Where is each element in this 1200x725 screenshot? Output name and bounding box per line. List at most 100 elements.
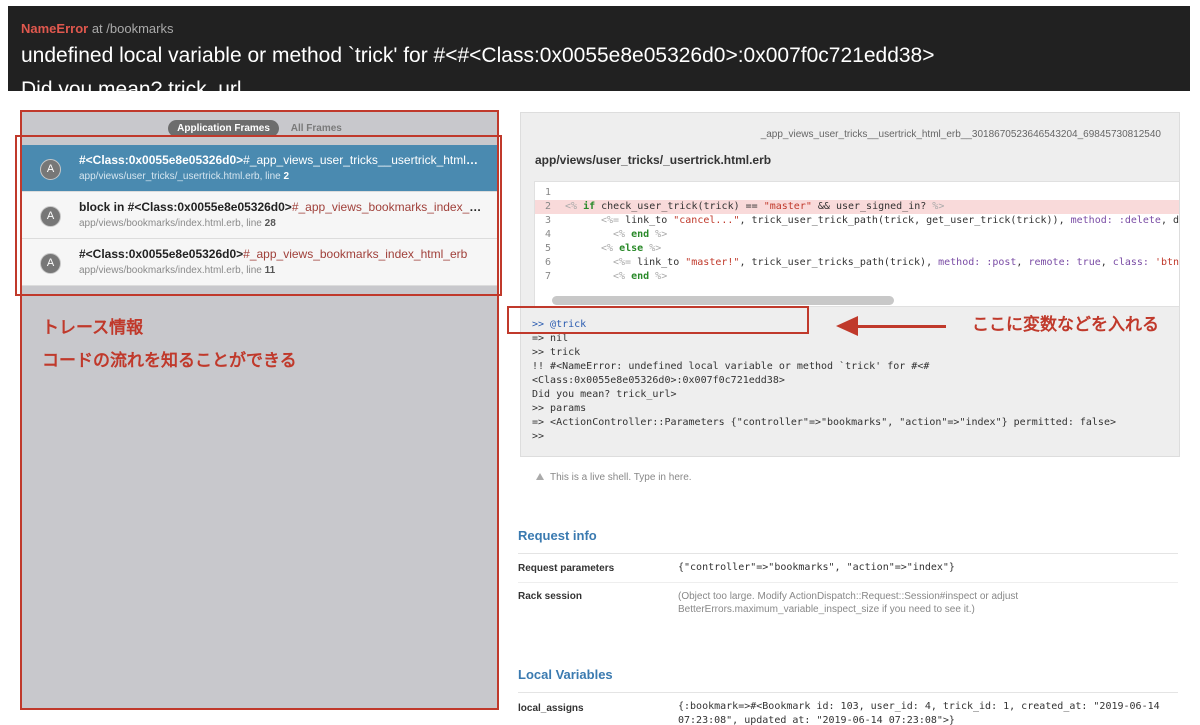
erb-tag: <%: [613, 229, 626, 240]
frame-location: app/views/user_tricks/_usertrick.html.er…: [79, 171, 289, 182]
erb-tag: %>: [655, 271, 668, 282]
code-symbol: :post: [986, 257, 1017, 268]
frame-name-context: #_app_views_bookmarks_index_html_erb: [243, 247, 468, 261]
frame-name: #<Class:0x0055e8e05326d0>#_app_views_boo…: [79, 247, 484, 261]
trace-annotation-desc: コードの流れを知ることができる: [42, 351, 297, 370]
code-text: ,: [1016, 257, 1029, 268]
frames-panel: Application Frames All Frames A #<Class:…: [20, 110, 499, 710]
code-text: ,: [1100, 257, 1113, 268]
frame-list: A #<Class:0x0055e8e05326d0>#_app_views_u…: [22, 145, 497, 286]
code-keyword: if: [583, 201, 596, 212]
code-keyword: else: [619, 243, 644, 254]
console-line: <Class:0x0055e8e05326d0>:0x007f0c721edd3…: [532, 375, 785, 386]
code-symbol: method:: [1070, 215, 1113, 226]
error-type: NameError: [21, 21, 89, 36]
erb-tag: <%: [613, 271, 626, 282]
line-number: 7: [544, 271, 551, 282]
console-prompt[interactable]: >>: [532, 430, 1172, 444]
line-number: 3: [544, 215, 551, 226]
console-line: >> params: [532, 403, 587, 414]
live-console[interactable]: >> @trick => nil >> trick !! #<NameError…: [532, 318, 1172, 444]
console-annotation: ここに変数などを入れる: [972, 315, 1159, 334]
code-text: , trick_user_trick_path(trick, get_user_…: [739, 215, 1071, 226]
code-keyword: end: [631, 229, 650, 240]
code-symbol: method:: [938, 257, 981, 268]
frame-avatar: A: [40, 159, 61, 180]
code-string: "cancel...": [673, 215, 740, 226]
line-number: 6: [544, 257, 551, 268]
code-line: 3 <%= link_to "cancel...", trick_user_tr…: [535, 214, 1180, 228]
code-text: link_to: [631, 257, 686, 268]
request-info-title: Request info: [518, 528, 1178, 554]
erb-tag: <%=: [613, 257, 632, 268]
console-line: !! #<NameError: undefined local variable…: [532, 361, 930, 372]
code-string: "master": [763, 201, 812, 212]
error-location: at /bookmarks: [91, 21, 174, 36]
request-params-value: {"controller"=>"bookmarks", "action"=>"i…: [678, 562, 955, 573]
line-number: 5: [544, 243, 551, 254]
row-divider: [518, 582, 1178, 583]
frame-avatar: A: [40, 253, 61, 274]
local-assigns-value-cont: 07:23:08", updated_at: "2019-06-14 07:23…: [678, 715, 955, 725]
code-line: 1: [535, 186, 1179, 200]
local-assigns-value: {:bookmark=>#<Bookmark id: 103, user_id:…: [678, 701, 1160, 712]
erb-tag: <%: [601, 243, 614, 254]
code-symbol: remote:: [1028, 257, 1071, 268]
erb-tag: %>: [649, 243, 662, 254]
frame-name-context: #_app_views_bookmarks_index_html_erb: [291, 200, 484, 214]
erb-tag: %>: [655, 229, 668, 240]
console-line: >> trick: [532, 347, 581, 358]
code-text: link_to: [619, 215, 674, 226]
code-text: , data: { confirm:: [1160, 215, 1180, 226]
code-symbol: true: [1076, 257, 1101, 268]
erb-tag: %>: [932, 201, 945, 212]
annotation-arrow-shaft: [856, 325, 946, 328]
local-variables-title: Local Variables: [518, 667, 1178, 693]
frame-name: block in #<Class:0x0055e8e05326d0>#_app_…: [79, 200, 484, 214]
request-params-label: Request parameters: [518, 563, 615, 574]
frames-tabs: Application Frames All Frames: [22, 120, 497, 137]
error-message: undefined local variable or method `tric…: [21, 44, 935, 67]
local-assigns-label: local_assigns: [518, 703, 584, 714]
error-title-line: NameError at /bookmarks: [21, 21, 173, 36]
console-line: Did you mean? trick_url>: [532, 389, 677, 400]
frame-line: 28: [264, 218, 276, 229]
frame-line: 2: [283, 171, 290, 182]
rack-session-label: Rack session: [518, 591, 582, 602]
code-line: 6 <%= link_to "master!", trick_user_tric…: [535, 256, 1180, 270]
frame-location: app/views/bookmarks/index.html.erb, line…: [79, 265, 275, 276]
tab-application-frames[interactable]: Application Frames: [168, 120, 279, 137]
code-horizontal-scrollbar[interactable]: [552, 296, 894, 305]
code-text: && user_signed_in?: [811, 201, 933, 212]
tab-all-frames[interactable]: All Frames: [282, 120, 351, 137]
did-you-mean: Did you mean? trick_url: [21, 78, 242, 91]
frame-location: app/views/bookmarks/index.html.erb, line…: [79, 218, 276, 229]
frame-avatar: A: [40, 206, 61, 227]
code-file-path: app/views/user_tricks/_usertrick.html.er…: [535, 153, 772, 167]
frame-item[interactable]: A #<Class:0x0055e8e05326d0>#_app_views_u…: [22, 145, 497, 192]
frame-path: app/views/user_tricks/_usertrick.html.er…: [79, 171, 284, 182]
code-line: 4 <% end %>: [535, 228, 1179, 242]
code-text: , trick_user_tricks_path(trick),: [739, 257, 939, 268]
code-text: check_user_trick(trick) ==: [595, 201, 764, 212]
frame-name-prefix: #<Class:0x0055e8e05326d0>: [79, 153, 244, 167]
frame-path: app/views/bookmarks/index.html.erb, line: [79, 218, 265, 229]
frame-item[interactable]: A block in #<Class:0x0055e8e05326d0>#_ap…: [22, 192, 497, 239]
annotation-arrow-left-icon: [836, 316, 858, 336]
code-string: 'btn btn-primary': [1154, 257, 1180, 268]
frame-item[interactable]: A #<Class:0x0055e8e05326d0>#_app_views_b…: [22, 239, 497, 286]
code-line-error: 2 <% if check_user_trick(trick) == "mast…: [535, 200, 1179, 214]
frame-path: app/views/bookmarks/index.html.erb, line: [79, 265, 265, 276]
code-box: 1 2 <% if check_user_trick(trick) == "ma…: [534, 181, 1180, 307]
frame-line: 11: [264, 265, 276, 276]
code-line: 7 <% end %>: [535, 270, 1179, 284]
error-header: NameError at /bookmarks undefined local …: [8, 6, 1190, 91]
triangle-up-icon: [536, 473, 544, 480]
live-shell-text: This is a live shell. Type in here.: [550, 472, 692, 483]
frame-name-context: #_app_views_user_tricks__usertrick_html_…: [243, 153, 484, 167]
code-keyword: end: [631, 271, 650, 282]
frame-name-prefix: #<Class:0x0055e8e05326d0>: [79, 247, 244, 261]
live-shell-hint: This is a live shell. Type in here.: [536, 472, 692, 483]
better-errors-page: NameError at /bookmarks undefined local …: [0, 0, 1200, 725]
code-file-id: _app_views_user_tricks__usertrick_html_e…: [760, 129, 1161, 140]
